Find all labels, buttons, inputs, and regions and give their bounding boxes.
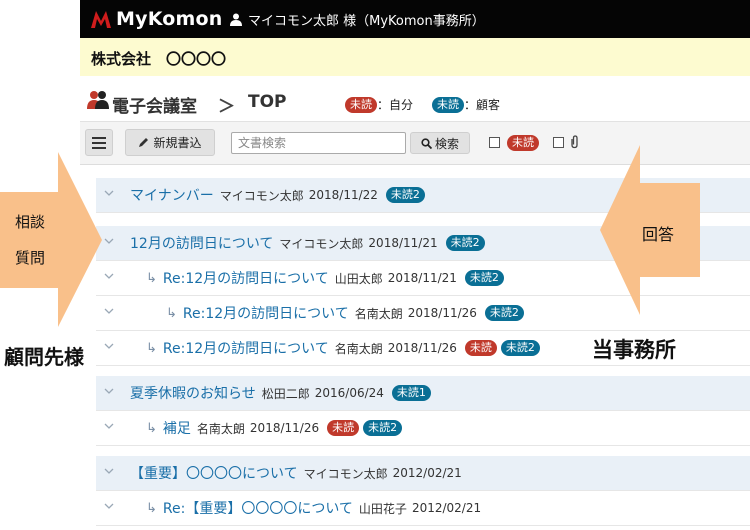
thread-author: マイコモン太郎 bbox=[303, 466, 388, 481]
breadcrumb-meeting-room[interactable]: 電子会議室 bbox=[112, 92, 197, 117]
office-annotation: 当事務所 bbox=[592, 338, 676, 362]
thread-date: 2012/02/21 bbox=[392, 466, 462, 480]
thread-author: 名南太朗 bbox=[334, 341, 383, 356]
user-icon bbox=[230, 13, 242, 26]
thread-date: 2016/06/24 bbox=[314, 386, 384, 400]
document-search-input[interactable] bbox=[231, 132, 406, 154]
unread-badge: 未読 bbox=[327, 420, 360, 436]
chevron-down-icon[interactable] bbox=[104, 503, 114, 510]
thread-author: マイコモン太郎 bbox=[219, 188, 304, 203]
legend-self: 未読 ：自分 bbox=[345, 96, 413, 113]
breadcrumb-separator: ＞ bbox=[218, 97, 235, 117]
hamburger-icon bbox=[92, 136, 106, 149]
thread-title[interactable]: 夏季休暇のお知らせ bbox=[130, 383, 256, 403]
thread-row[interactable]: 【重要】〇〇〇〇について マイコモン太郎 2012/02/21 bbox=[96, 456, 750, 491]
reply-arrow-icon: ↳ bbox=[166, 305, 177, 321]
chevron-down-icon[interactable] bbox=[104, 190, 114, 197]
attachment-filter-checkbox[interactable] bbox=[553, 137, 564, 148]
reply-arrow-icon: ↳ bbox=[146, 420, 157, 436]
chevron-down-icon[interactable] bbox=[104, 308, 114, 315]
reply-arrow-icon: ↳ bbox=[146, 270, 157, 286]
thread-author: 山田太郎 bbox=[334, 271, 383, 286]
left-arrow-line1: 相談 bbox=[15, 213, 46, 231]
thread-date: 2018/11/26 bbox=[387, 341, 457, 355]
unread-badge: 未読 bbox=[464, 340, 497, 356]
thread-date: 2018/11/21 bbox=[368, 236, 438, 250]
logo-text: MyKomon bbox=[116, 8, 223, 30]
thread-date: 2012/02/21 bbox=[411, 501, 482, 515]
logo[interactable]: MyKomon bbox=[90, 6, 223, 32]
paperclip-icon bbox=[571, 135, 578, 149]
thread-title[interactable]: Re:12月の訪問日について bbox=[183, 303, 349, 323]
unread-badge: 未読2 bbox=[385, 187, 425, 203]
search-icon bbox=[421, 137, 432, 149]
thread-row[interactable]: 夏季休暇のお知らせ 松田二郎 2016/06/24 未読1 bbox=[96, 376, 750, 411]
thread-row[interactable]: ↳ Re:【重要】〇〇〇〇について 山田花子 2012/02/21 bbox=[96, 491, 750, 526]
thread-author: 名南太朗 bbox=[354, 306, 403, 321]
logo-mark-icon bbox=[91, 11, 111, 28]
meeting-room-icon bbox=[87, 91, 109, 109]
thread-date: 2018/11/22 bbox=[308, 188, 378, 202]
user-info: マイコモン太郎 様（MyKomon事務所） bbox=[230, 10, 485, 29]
unread-badge: 未読1 bbox=[391, 385, 431, 401]
legend-client: 未読 ：顧客 bbox=[432, 96, 500, 113]
thread-title[interactable]: 12月の訪問日について bbox=[130, 233, 273, 253]
thread-date: 2018/11/26 bbox=[249, 421, 320, 435]
reply-arrow-icon: ↳ bbox=[146, 500, 157, 516]
thread-author: 山田花子 bbox=[358, 501, 407, 516]
chevron-down-icon[interactable] bbox=[104, 423, 114, 430]
new-post-button[interactable]: 新規書込 bbox=[125, 129, 215, 156]
search-button[interactable]: 検索 bbox=[410, 132, 470, 154]
client-annotation: 顧問先様 bbox=[4, 345, 84, 369]
chevron-down-icon[interactable] bbox=[104, 273, 114, 280]
chevron-down-icon[interactable] bbox=[104, 238, 114, 245]
unread-badge: 未読2 bbox=[484, 305, 524, 321]
unread-badge: 未読2 bbox=[363, 420, 403, 436]
thread-author: マイコモン太郎 bbox=[279, 236, 364, 251]
right-arrow-text: 回答 bbox=[642, 225, 675, 244]
pencil-icon bbox=[139, 138, 149, 147]
legend-client-label: ：顧客 bbox=[464, 98, 501, 112]
unread-filter-checkbox[interactable] bbox=[489, 137, 500, 148]
reply-arrow-icon: ↳ bbox=[146, 340, 157, 356]
thread-row[interactable]: ↳ 補足 名南太朗 2018/11/26 未読 未読2 bbox=[96, 411, 750, 446]
company-name: 株式会社 〇〇〇〇 bbox=[91, 50, 227, 68]
thread-author: 松田二郎 bbox=[261, 386, 310, 401]
chevron-down-icon[interactable] bbox=[104, 388, 114, 395]
left-arrow-line2: 質問 bbox=[15, 249, 46, 267]
thread-title[interactable]: Re:12月の訪問日について bbox=[163, 268, 329, 288]
left-arrow-shape bbox=[0, 152, 102, 327]
thread-title[interactable]: Re:【重要】〇〇〇〇について bbox=[163, 498, 353, 518]
chevron-down-icon[interactable] bbox=[104, 468, 114, 475]
legend-unread-client-badge: 未読 bbox=[432, 96, 464, 113]
thread-date: 2018/11/26 bbox=[407, 306, 477, 320]
thread-author: 名南太朗 bbox=[196, 421, 245, 436]
unread-badge: 未読2 bbox=[445, 235, 485, 251]
user-name: マイコモン太郎 様（MyKomon事務所） bbox=[248, 14, 485, 29]
chevron-down-icon[interactable] bbox=[104, 343, 114, 350]
breadcrumb: 電子会議室 ＞ TOP bbox=[80, 80, 750, 120]
thread-title[interactable]: 補足 bbox=[163, 418, 191, 438]
top-bar: MyKomon マイコモン太郎 様（MyKomon事務所） bbox=[80, 0, 750, 38]
thread-title[interactable]: 【重要】〇〇〇〇について bbox=[130, 463, 298, 483]
company-bar: 株式会社 〇〇〇〇 bbox=[80, 38, 750, 76]
legend-unread-self-badge: 未読 bbox=[345, 96, 377, 113]
legend-self-label: ：自分 bbox=[377, 98, 414, 112]
unread-badge: 未読2 bbox=[464, 270, 504, 286]
thread-title[interactable]: Re:12月の訪問日について bbox=[163, 338, 329, 358]
breadcrumb-current: TOP bbox=[248, 92, 287, 112]
search-button-label: 検索 bbox=[434, 136, 459, 151]
unread-filter-badge: 未読 bbox=[507, 135, 539, 151]
new-post-label: 新規書込 bbox=[153, 136, 202, 150]
thread-date: 2018/11/21 bbox=[387, 271, 457, 285]
thread-title[interactable]: マイナンバー bbox=[130, 185, 214, 205]
unread-badge: 未読2 bbox=[500, 340, 540, 356]
